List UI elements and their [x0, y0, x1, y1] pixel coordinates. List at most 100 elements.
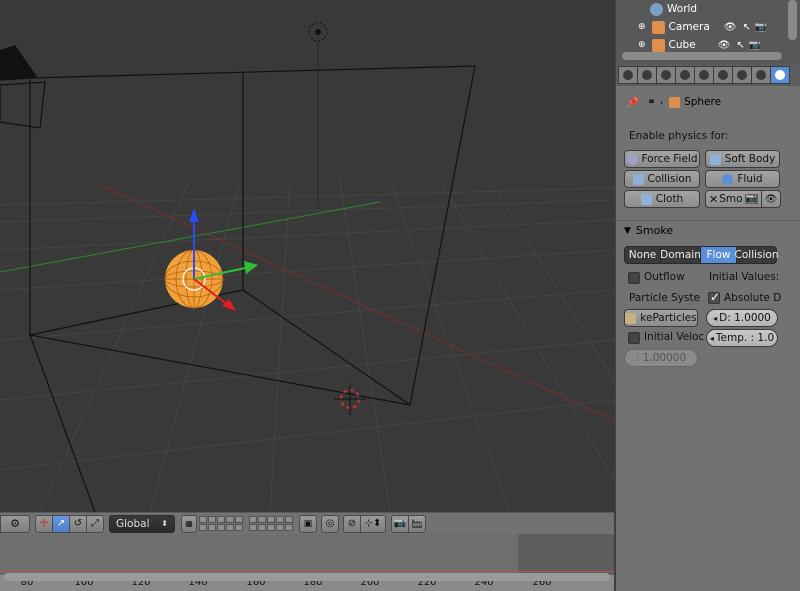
initial-velocity-checkbox[interactable]: [628, 332, 640, 344]
manipulator-icon: ✛: [39, 518, 49, 529]
particle-system-field[interactable]: keParticles: [624, 309, 698, 327]
collision-button[interactable]: Collision: [624, 170, 700, 188]
scale-icon: ⤢: [91, 518, 99, 529]
rotate-manipulator-button[interactable]: ↺: [69, 514, 87, 533]
timeline[interactable]: 80 100 120 140 160 180 200 220 240 260: [0, 534, 614, 591]
render-camera-icon[interactable]: 📷: [755, 22, 767, 33]
density-field[interactable]: ◂ D: 1.0000: [706, 309, 778, 327]
layers-grid-2[interactable]: [249, 516, 293, 531]
render-toggle-icon[interactable]: 📷: [744, 194, 758, 204]
outliner-vertical-scrollbar[interactable]: [788, 0, 797, 40]
mesh-object-icon: [669, 96, 681, 108]
snap-element-select[interactable]: ⊹⬍: [360, 514, 386, 533]
force-field-button[interactable]: Force Field: [624, 150, 700, 168]
smoke-type-domain[interactable]: Domain: [660, 246, 701, 264]
velocity-multiplier-field[interactable]: : 1.00000: [624, 349, 698, 367]
select-arrow-icon[interactable]: ↖: [736, 40, 744, 51]
remove-x-icon[interactable]: ✕: [709, 193, 718, 206]
render-camera-icon[interactable]: 📷: [749, 40, 761, 51]
tab-scene[interactable]: [637, 66, 657, 84]
manipulator-toggle-button[interactable]: ✛: [35, 514, 53, 533]
outliner-item-camera[interactable]: ⊕ Camera 👁 ↖ 📷: [616, 18, 800, 36]
lamp-center: [315, 29, 321, 35]
outflow-checkbox[interactable]: [628, 272, 640, 284]
temperature-field[interactable]: ◂ Temp. : 1.0: [706, 329, 778, 347]
proportional-edit-button[interactable]: ◎: [321, 514, 339, 533]
fluid-button[interactable]: Fluid: [705, 170, 780, 188]
smoke-panel-header[interactable]: ▼ Smoke: [616, 220, 800, 240]
translate-manipulator-button[interactable]: ↗: [52, 514, 70, 533]
soft-body-button[interactable]: Soft Body: [705, 150, 780, 168]
outliner-horizontal-scrollbar[interactable]: [622, 52, 782, 60]
properties-editor: 📌 ⚭ › Sphere Enable physics for: Force F…: [614, 64, 800, 591]
fluid-label: Fluid: [737, 173, 763, 185]
viewport-scene: [0, 22, 614, 512]
camera-object[interactable]: [0, 45, 38, 80]
chevron-right-icon: ›: [659, 97, 664, 107]
cloth-button[interactable]: Cloth: [624, 190, 700, 208]
smoke-type-flow[interactable]: Flow: [700, 246, 737, 264]
tab-physics[interactable]: [770, 66, 790, 84]
3d-viewport[interactable]: [0, 0, 614, 512]
snap-grid-icon: ⊹⬍: [364, 518, 382, 529]
soft-body-label: Soft Body: [724, 153, 776, 165]
select-arrow-icon[interactable]: ↖: [742, 22, 750, 33]
smoke-visibility-button[interactable]: 👁: [761, 190, 781, 208]
force-field-label: Force Field: [641, 153, 698, 165]
tab-data[interactable]: [694, 66, 714, 84]
absolute-density-checkbox[interactable]: [708, 290, 720, 304]
temperature-value: Temp. : 1.0: [715, 332, 775, 344]
cloth-label: Cloth: [655, 193, 684, 205]
force-field-icon: [626, 153, 638, 165]
pivot-point-button[interactable]: ⚙: [0, 514, 30, 533]
tab-constraints[interactable]: [656, 66, 676, 84]
timeline-end-marker: [0, 571, 614, 572]
smoke-type-none[interactable]: None: [624, 246, 661, 264]
clapper-icon: 🎬: [410, 518, 424, 529]
smoke-type-collision[interactable]: Collision: [735, 246, 779, 264]
tab-material[interactable]: [713, 66, 733, 84]
cube-wireframe: [0, 65, 476, 512]
physics-icon: [775, 70, 785, 80]
object-context-icon: ⚭: [647, 96, 656, 108]
outliner-item-label: Camera: [668, 21, 710, 33]
snap-toggle-button[interactable]: ⊘: [343, 514, 361, 533]
outliner-item-world[interactable]: World: [616, 0, 800, 18]
render-still-button[interactable]: 📷: [391, 514, 409, 533]
outliner-item-label: World: [667, 3, 698, 15]
collapse-triangle-icon: ▼: [624, 225, 631, 236]
3d-cursor[interactable]: [334, 383, 366, 415]
enable-physics-label: Enable physics for:: [629, 130, 729, 142]
velocity-multiplier-value: : 1.00000: [635, 352, 687, 364]
world-icon: [650, 2, 663, 16]
timeline-scrollbar[interactable]: [4, 573, 610, 581]
material-icon: [718, 70, 728, 80]
render-layer-button[interactable]: ▣: [299, 514, 317, 533]
collision-icon: [632, 173, 644, 185]
scale-manipulator-button[interactable]: ⤢: [86, 514, 104, 533]
expand-icon: ⊕: [638, 22, 646, 32]
tab-texture[interactable]: [732, 66, 752, 84]
arrow-icon: ↗: [56, 518, 66, 529]
chevron-left-icon: ◂: [713, 313, 718, 323]
magnet-icon: ⊘: [347, 518, 357, 529]
soft-body-icon: [709, 153, 721, 165]
visibility-icon[interactable]: 👁: [724, 22, 737, 33]
render-icon: ▣: [303, 518, 313, 529]
outliner-item-label: Cube: [668, 39, 696, 51]
tab-modifiers[interactable]: [675, 66, 695, 84]
mesh-object-icon: [651, 38, 665, 52]
collision-label: Collision: [647, 173, 692, 185]
layers-grid-1[interactable]: [199, 516, 243, 531]
pin-icon[interactable]: 📌: [626, 96, 639, 109]
tab-particles[interactable]: [751, 66, 771, 84]
layers-lock-button[interactable]: ▦: [181, 514, 197, 533]
visibility-icon[interactable]: 👁: [718, 40, 731, 51]
render-animation-button[interactable]: 🎬: [408, 514, 426, 533]
mesh-data-icon: [699, 70, 709, 80]
density-value: D: 1.0000: [719, 312, 771, 324]
manipulator-group: ✛ ↗ ↺ ⤢: [35, 514, 104, 533]
tab-render[interactable]: [618, 66, 638, 84]
outflow-label: Outflow: [644, 271, 685, 283]
orientation-select[interactable]: Global ⬍: [109, 514, 175, 533]
